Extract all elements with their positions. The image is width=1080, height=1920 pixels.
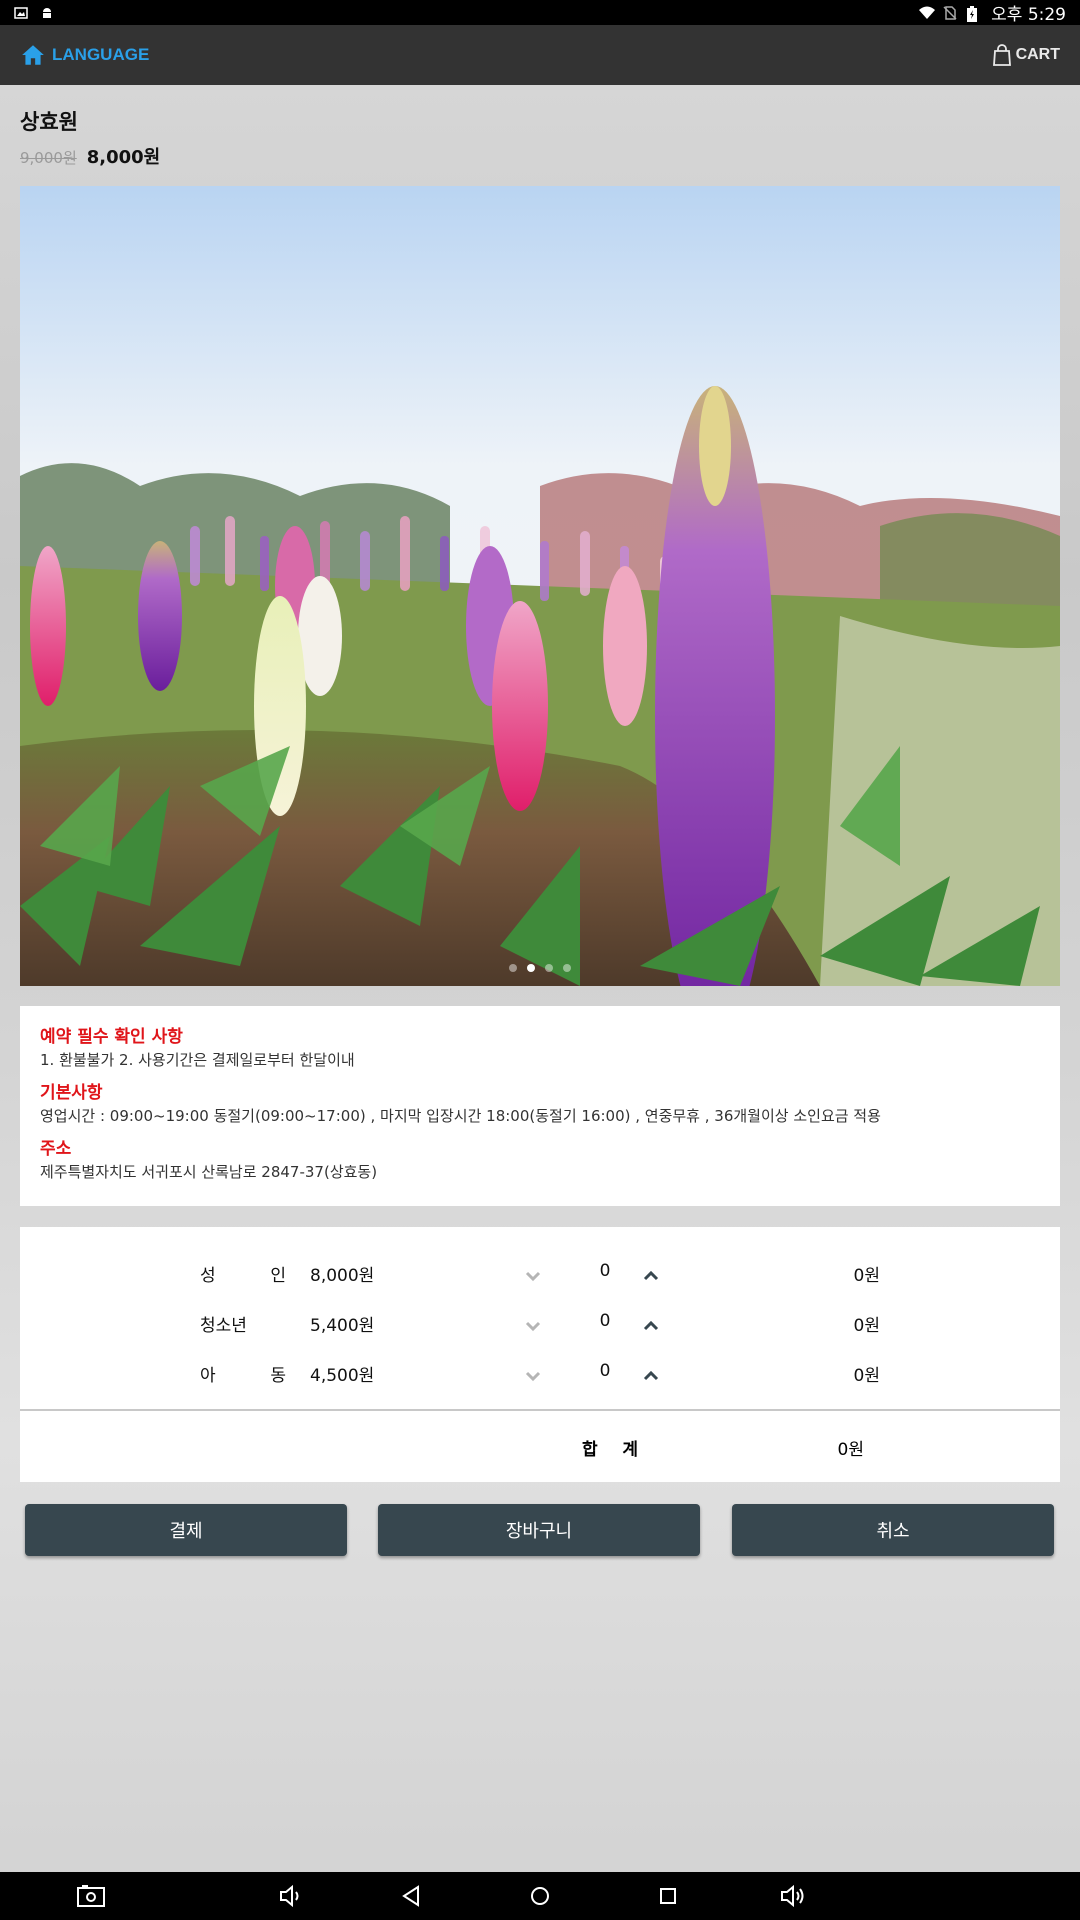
cart-label: CART [1015,46,1060,63]
info-section: 주소 제주특별자치도 서귀포시 산록남로 2847-37(상효동) [40,1138,1040,1182]
product-photo [20,186,1060,986]
volume-down-icon[interactable] [276,1882,304,1910]
ticket-row-adult: 성 인 8,000원 0 0원 [20,1261,1060,1291]
carousel-dot[interactable] [509,964,517,972]
status-time: 오후 5:29 [991,5,1066,25]
total-label: 합 계 [582,1440,638,1460]
ticket-card: 성 인 8,000원 0 0원 청소년 5,400원 0 0원 아 동 4,50… [20,1227,1060,1482]
chevron-down-icon[interactable] [520,1263,546,1289]
carousel-indicator [20,964,1060,972]
volume-up-icon[interactable] [778,1882,806,1910]
ticket-label: 아 동 [200,1366,286,1386]
back-icon[interactable] [398,1882,426,1910]
ticket-subtotal: 0원 [853,1266,880,1286]
ticket-quantity: 0 [599,1311,611,1331]
total-value: 0원 [837,1440,864,1460]
price-row: 9,000원 8,000원 [20,143,160,169]
original-price: 9,000원 [20,149,77,167]
android-icon [40,6,54,20]
cancel-button[interactable]: 취소 [732,1504,1054,1556]
ticket-row-youth: 청소년 5,400원 0 0원 [20,1311,1060,1341]
ticket-price: 5,400원 [310,1316,375,1336]
battery-icon [967,5,981,22]
ticket-price: 4,500원 [310,1366,375,1386]
info-heading: 예약 필수 확인 사항 [40,1027,183,1047]
info-heading: 기본사항 [40,1083,103,1103]
sale-price: 8,000원 [86,147,161,168]
info-section: 기본사항 영업시간 : 09:00~19:00 동절기(09:00~17:00)… [40,1082,1040,1126]
status-bar: 오후 5:29 [0,0,1080,25]
info-text: 제주특별자치도 서귀포시 산록남로 2847-37(상효동) [40,1163,378,1181]
ticket-row-child: 아 동 4,500원 0 0원 [20,1361,1060,1391]
language-button[interactable]: LANGUAGE [20,42,149,68]
chevron-up-icon[interactable] [638,1313,664,1339]
app-bar: LANGUAGE CART [0,25,1080,85]
ticket-price: 8,000원 [310,1266,375,1286]
no-sim-icon [943,5,957,20]
home-icon[interactable] [526,1882,554,1910]
pay-button[interactable]: 결제 [25,1504,347,1556]
info-section: 예약 필수 확인 사항 1. 환불불가 2. 사용기간은 결제일로부터 한달이내 [40,1026,1040,1070]
divider [20,1409,1060,1411]
language-label: LANGUAGE [52,45,150,64]
info-text: 영업시간 : 09:00~19:00 동절기(09:00~17:00) , 마지… [40,1107,881,1125]
action-buttons: 결제 장바구니 취소 [25,1504,1055,1558]
chevron-up-icon[interactable] [638,1263,664,1289]
ticket-quantity: 0 [599,1261,611,1281]
info-card: 예약 필수 확인 사항 1. 환불불가 2. 사용기간은 결제일로부터 한달이내… [20,1006,1060,1206]
ticket-subtotal: 0원 [853,1316,880,1336]
ticket-subtotal: 0원 [853,1366,880,1386]
cart-button[interactable]: CART [992,44,1060,66]
shopping-bag-icon [992,44,1012,66]
recents-icon[interactable] [654,1882,682,1910]
ticket-quantity: 0 [599,1361,611,1381]
add-to-cart-button[interactable]: 장바구니 [378,1504,700,1556]
carousel-dot[interactable] [527,964,535,972]
home-icon [20,42,46,68]
carousel-dot[interactable] [563,964,571,972]
chevron-up-icon[interactable] [638,1363,664,1389]
navigation-bar [0,1872,1080,1920]
image-icon [14,6,28,20]
info-heading: 주소 [40,1139,72,1159]
chevron-down-icon[interactable] [520,1313,546,1339]
ticket-label: 성 인 [200,1266,286,1286]
carousel-dot[interactable] [545,964,553,972]
product-image-carousel[interactable] [20,186,1060,986]
ticket-label: 청소년 [200,1316,247,1336]
screenshot-icon[interactable] [76,1882,105,1910]
chevron-down-icon[interactable] [520,1363,546,1389]
info-text: 1. 환불불가 2. 사용기간은 결제일로부터 한달이내 [40,1051,355,1069]
product-name: 상효원 [20,110,78,134]
wifi-icon [919,6,936,20]
